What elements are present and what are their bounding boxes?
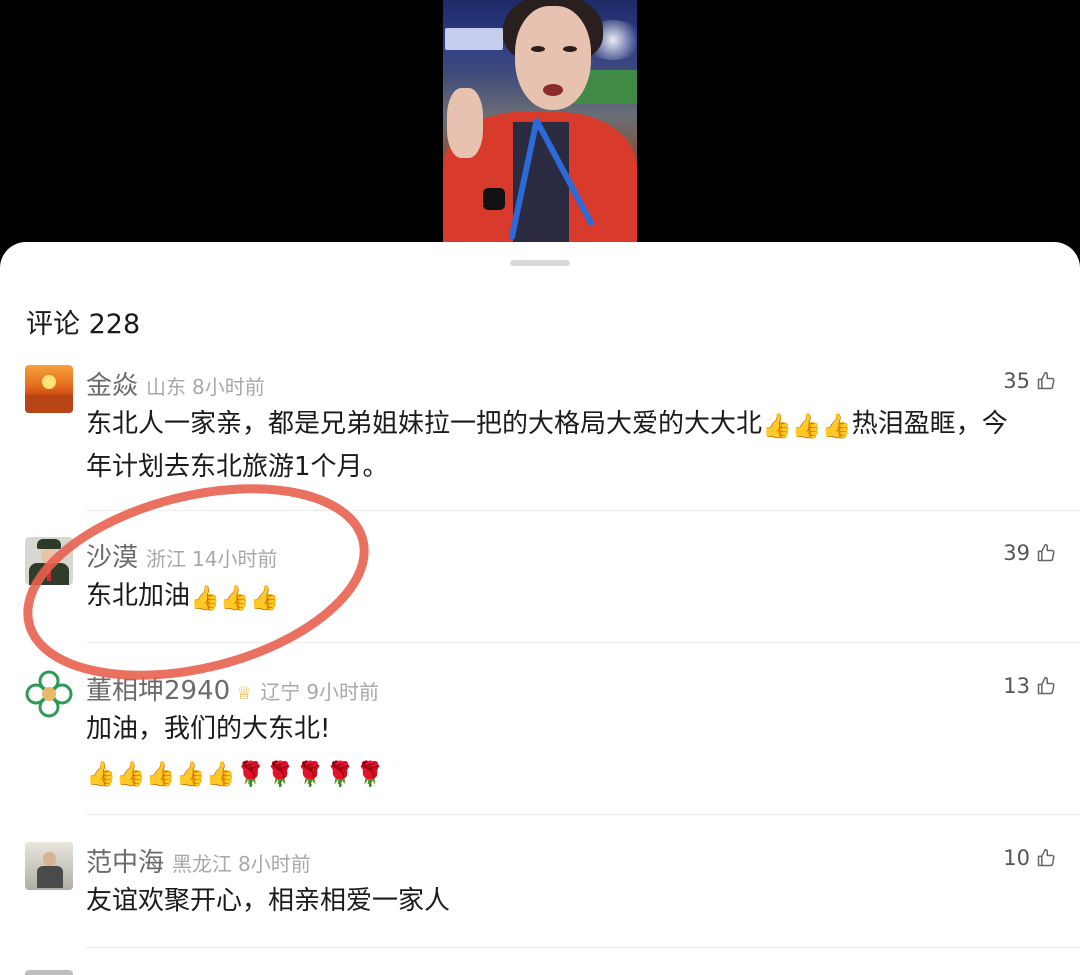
comments-count-title: 评论 228 <box>26 309 141 340</box>
like-button[interactable]: 35 <box>1003 369 1056 393</box>
thumbs-up-outline-icon <box>1037 543 1055 562</box>
flower-logo-avatar[interactable] <box>25 670 73 718</box>
badge-icon: ♕ <box>236 683 253 704</box>
divider <box>86 947 1080 948</box>
eye <box>531 46 545 52</box>
sun <box>42 375 56 389</box>
comment-meta: 范中海 黑龙江 8小时前 <box>86 842 311 879</box>
emoji-row: 👍👍👍👍👍🌹🌹🌹🌹🌹 <box>86 751 1026 794</box>
comment-sheet: 评论 228 金焱 山东 8小时前 35 东北人一家亲，都是兄弟姐妹拉一把的大格… <box>0 242 1080 975</box>
username[interactable]: 沙漠 <box>86 537 138 574</box>
comment-item: 沙漠 浙江 14小时前 39 东北加油👍👍👍 <box>0 537 1080 642</box>
rose-emoji: 🌹 <box>295 760 326 788</box>
comment-text: 友谊欢聚开心，相亲相爱一家人 <box>86 886 451 916</box>
location: 山东 <box>146 375 187 399</box>
divider <box>86 814 1080 815</box>
location: 浙江 <box>146 547 187 571</box>
eye <box>563 46 577 52</box>
timestamp: 9小时前 <box>306 680 380 704</box>
divider <box>86 642 1080 643</box>
thumbs-up-emoji: 👍 <box>190 584 220 612</box>
thumbs-up-emoji: 👍 <box>791 412 822 440</box>
tie <box>47 563 51 581</box>
thumbs-up-emoji: 👍 <box>762 412 792 440</box>
username[interactable]: 董相坤2940 <box>86 670 230 707</box>
divider <box>86 510 1080 511</box>
thumbs-up-emoji: 👍 <box>219 584 250 612</box>
like-button[interactable]: 13 <box>1003 674 1056 698</box>
rose-emoji: 🌹 <box>265 760 296 788</box>
cap <box>37 539 61 549</box>
location: 辽宁 <box>260 680 301 704</box>
video-player[interactable] <box>0 0 1080 260</box>
sunset-avatar[interactable] <box>25 365 73 413</box>
thumbs-up-emoji: 👍 <box>175 760 206 788</box>
clip-microphone <box>483 188 505 210</box>
rose-emoji: 🌹 <box>235 760 266 788</box>
military-avatar[interactable] <box>25 537 73 585</box>
comment-item: 金焱 山东 8小时前 35 东北人一家亲，都是兄弟姐妹拉一把的大格局大爱的大大北… <box>0 365 1080 510</box>
thumbs-up-outline-icon <box>1037 848 1055 867</box>
thumbs-up-emoji: 👍 <box>821 412 852 440</box>
comment-text: 东北加油👍👍👍 <box>86 581 280 612</box>
face <box>41 548 57 564</box>
comment-text: 东北人一家亲，都是兄弟姐妹拉一把的大格局大爱的大大北👍👍👍热泪盈眶，今年计划去东… <box>86 409 1008 482</box>
thumbs-up-emoji: 👍 <box>205 760 236 788</box>
comment-meta: 金焱 山东 8小时前 <box>86 365 265 402</box>
comment-item: 范中海 黑龙江 8小时前 10 友谊欢聚开心，相亲相爱一家人 <box>0 842 1080 947</box>
comment-meta: 董相坤2940 ♕ 辽宁 9小时前 <box>86 670 380 707</box>
sea <box>25 395 73 413</box>
flower-logo-icon <box>25 670 73 718</box>
man-photo-avatar[interactable] <box>25 842 73 890</box>
like-count: 39 <box>1003 541 1030 565</box>
mouth <box>543 84 563 96</box>
like-count: 10 <box>1003 846 1030 870</box>
rose-emoji: 🌹 <box>355 760 385 788</box>
like-count: 35 <box>1003 369 1030 393</box>
location: 黑龙江 <box>172 852 233 876</box>
stadium-screen <box>445 28 503 50</box>
video-thumbnail[interactable] <box>443 0 637 242</box>
rose-emoji: 🌹 <box>325 760 356 788</box>
body <box>37 866 63 888</box>
thumbs-up-emoji: 👍 <box>249 584 280 612</box>
thumbs-up-outline-icon <box>1037 676 1055 695</box>
like-count: 13 <box>1003 674 1030 698</box>
comment-meta: 沙漠 浙江 14小时前 <box>86 537 278 574</box>
username[interactable]: 金焱 <box>86 365 138 402</box>
head <box>43 852 56 866</box>
timestamp: 8小时前 <box>192 375 265 399</box>
thumbs-up-outline-icon <box>1037 371 1055 390</box>
username[interactable]: 范中海 <box>86 842 164 879</box>
thumbs-up-emoji: 👍 <box>145 760 176 788</box>
like-button[interactable]: 10 <box>1003 846 1056 870</box>
hand <box>447 88 483 158</box>
comment-item: 董相坤2940 ♕ 辽宁 9小时前 13 加油，我们的大东北! 👍👍👍👍👍🌹🌹🌹… <box>0 670 1080 815</box>
thumbs-up-emoji: 👍 <box>115 760 146 788</box>
drag-handle[interactable] <box>510 260 570 266</box>
thumbs-up-emoji: 👍 <box>86 760 116 788</box>
timestamp: 14小时前 <box>192 547 278 571</box>
next-comment-avatar <box>25 970 73 975</box>
comment-text: 加油，我们的大东北! 👍👍👍👍👍🌹🌹🌹🌹🌹 <box>86 708 1026 794</box>
like-button[interactable]: 39 <box>1003 541 1056 565</box>
timestamp: 8小时前 <box>238 852 311 876</box>
